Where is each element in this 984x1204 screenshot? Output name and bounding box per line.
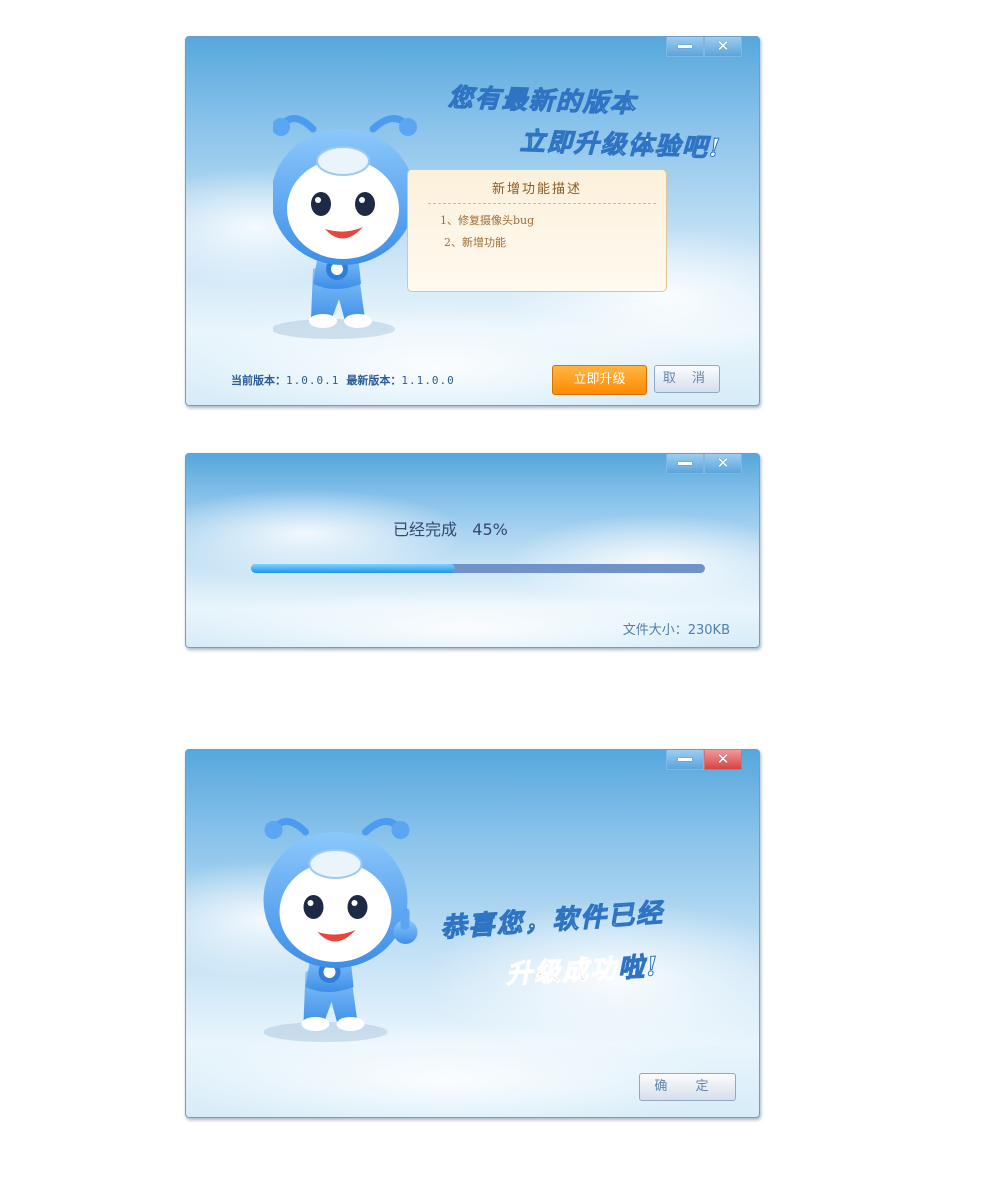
- feature-notice-panel: 新增功能描述 1、修复摄像头bug 2、新增功能: [407, 169, 667, 292]
- notice-item: 1、修复摄像头bug: [440, 214, 535, 227]
- progress-bar: [251, 564, 705, 573]
- minimize-icon: [678, 45, 692, 48]
- version-info: 当前版本：1.0.0.1 最新版本：1.1.0.0: [231, 372, 455, 388]
- progress-bar-fill: [251, 564, 456, 573]
- progress-percent: 45%: [472, 520, 508, 539]
- cancel-button[interactable]: 取 消: [654, 365, 720, 393]
- success-tail-text: 啦!: [617, 952, 661, 985]
- close-button[interactable]: ✕: [704, 454, 742, 474]
- close-icon: ✕: [716, 750, 730, 768]
- success-message-line1: 恭喜您，软件已经: [439, 898, 666, 945]
- progress-label: 已经完成: [393, 520, 458, 539]
- window-controls: ✕: [666, 750, 744, 771]
- minimize-icon: [678, 462, 692, 465]
- window-controls: ✕: [666, 37, 744, 58]
- latest-version-value: 1.1.0.0: [401, 374, 455, 387]
- close-button[interactable]: ✕: [704, 750, 742, 770]
- update-dialog: ✕ 您有最新的版本 立即升级体验吧! 新增功能描述 1、修复摄像头bug 2、新…: [185, 36, 760, 406]
- notice-title: 新增功能描述: [491, 182, 582, 197]
- file-size: 文件大小：230KB: [622, 623, 730, 638]
- close-icon: ✕: [716, 37, 730, 55]
- minimize-button[interactable]: [666, 37, 704, 57]
- latest-version-label: 最新版本：: [346, 374, 402, 387]
- minimize-icon: [678, 758, 692, 761]
- progress-status: 已经完成 45%: [393, 516, 508, 540]
- notice-divider: [428, 203, 656, 204]
- ant-mascot-icon: [273, 109, 418, 344]
- notice-item: 2、新增功能: [444, 236, 506, 249]
- success-message-line2: 升级成功啦!: [505, 946, 661, 991]
- headline-line1: 您有最新的版本: [447, 82, 638, 119]
- current-version-label: 当前版本：: [231, 374, 286, 387]
- current-version-value: 1.0.0.1: [286, 374, 340, 387]
- minimize-button[interactable]: [666, 454, 704, 474]
- headline-line2: 立即升级体验吧!: [519, 126, 723, 163]
- close-icon: ✕: [716, 454, 730, 472]
- progress-dialog: ✕ 已经完成 45% 文件大小：230KB: [185, 453, 760, 648]
- ok-button[interactable]: 确 定: [639, 1073, 736, 1101]
- success-accent-text: 升级成功: [505, 954, 619, 991]
- window-controls: ✕: [666, 454, 744, 475]
- upgrade-now-button[interactable]: 立即升级: [552, 365, 647, 395]
- success-dialog: ✕ 恭喜您，软件已经 升级成功啦! 确 定: [185, 749, 760, 1118]
- close-button[interactable]: ✕: [704, 37, 742, 57]
- ant-mascot-icon: [258, 812, 418, 1047]
- minimize-button[interactable]: [666, 750, 704, 770]
